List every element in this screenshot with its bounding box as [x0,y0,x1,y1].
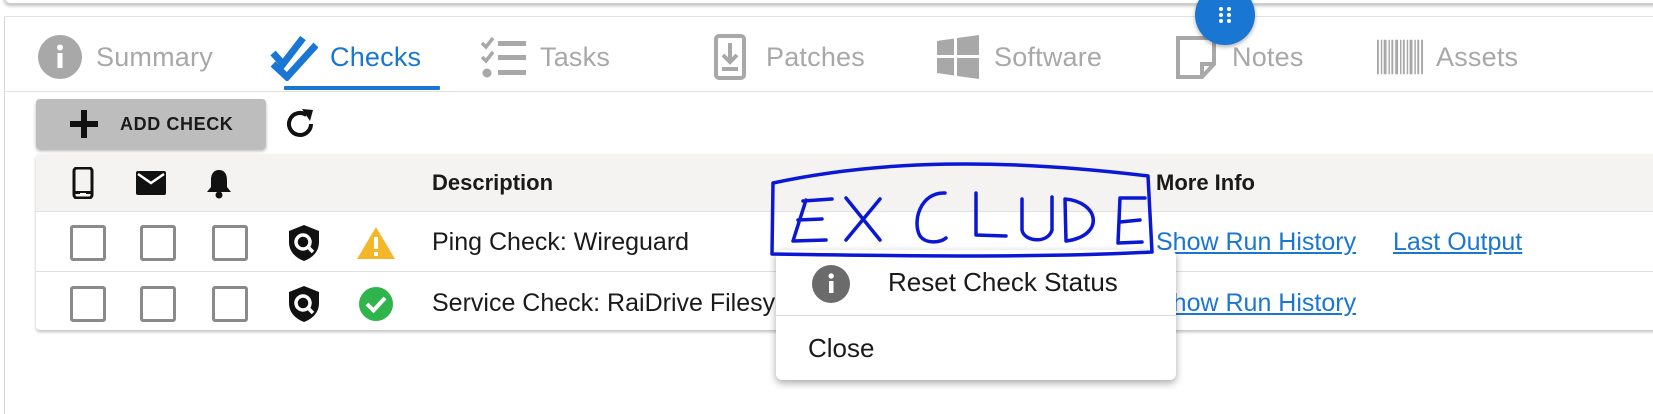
more-info-header: More Info [1156,170,1255,195]
refresh-button[interactable] [280,104,320,144]
checks-icon [270,33,318,81]
warning-icon [356,223,396,263]
tab-label: Tasks [540,41,611,72]
windows-icon [934,33,982,81]
add-check-label: ADD CHECK [120,113,234,134]
show-run-history-link[interactable]: Show Run History [1156,273,1356,333]
info-icon [36,33,84,81]
check-description: Ping Check: Wireguard [432,227,690,256]
show-run-history-link[interactable]: Show Run History [1156,212,1356,272]
tab-summary[interactable]: Summary [36,22,213,92]
tab-assets[interactable]: Assets [1376,22,1518,92]
tab-label: Patches [766,41,865,72]
patches-icon [706,33,754,81]
check-description: Service Check: RaiDrive Filesy [432,288,776,317]
last-output-link[interactable]: Last Output [1393,212,1522,272]
dashboard-alert-checkbox[interactable] [212,225,248,261]
context-menu: Reset Check Status Close [776,250,1176,380]
text-alert-checkbox[interactable] [70,225,106,261]
bell-icon [202,166,236,200]
tab-tasks[interactable]: Tasks [480,22,610,92]
tasks-icon [480,33,528,81]
email-alert-checkbox[interactable] [140,286,176,322]
policy-shield-icon [284,223,324,263]
description-header[interactable]: Description [432,154,553,212]
tab-label: Summary [96,41,213,72]
close-menu-item[interactable]: Close [776,316,1176,380]
add-check-button[interactable]: ADD CHECK [36,99,266,149]
tab-label: Notes [1232,41,1304,72]
dashboard-alert-checkbox[interactable] [212,286,248,322]
plus-icon [68,108,100,140]
refresh-icon [287,109,313,137]
email-alert-checkbox[interactable] [140,225,176,261]
barcode-icon [1376,33,1424,81]
tab-bar: Summary Checks Tasks Patches Software No… [0,22,1653,92]
active-tab-indicator [284,86,440,90]
menu-item-label: Reset Check Status [888,267,1118,297]
passing-check-icon [356,284,396,324]
tabs-divider-bottom [4,91,1653,92]
menu-item-label: Close [808,332,875,363]
header-card [4,0,1653,4]
info-icon [812,265,850,303]
tab-label: Assets [1436,41,1519,72]
grid-dots-icon [1219,7,1231,23]
mobile-icon [66,166,100,200]
email-icon [134,166,168,200]
checks-panel: Summary Checks Tasks Patches Software No… [0,0,1653,414]
reset-check-status-menu-item[interactable]: Reset Check Status [776,250,1176,316]
table-header: Description More Info [36,154,1653,212]
tab-software[interactable]: Software [934,22,1102,92]
text-alert-checkbox[interactable] [70,286,106,322]
tabs-divider-top [4,16,1653,17]
tab-patches[interactable]: Patches [706,22,865,92]
tab-label: Software [994,41,1103,72]
tab-label: Checks [330,41,422,72]
policy-shield-icon [284,284,324,324]
tab-checks[interactable]: Checks [270,22,421,92]
